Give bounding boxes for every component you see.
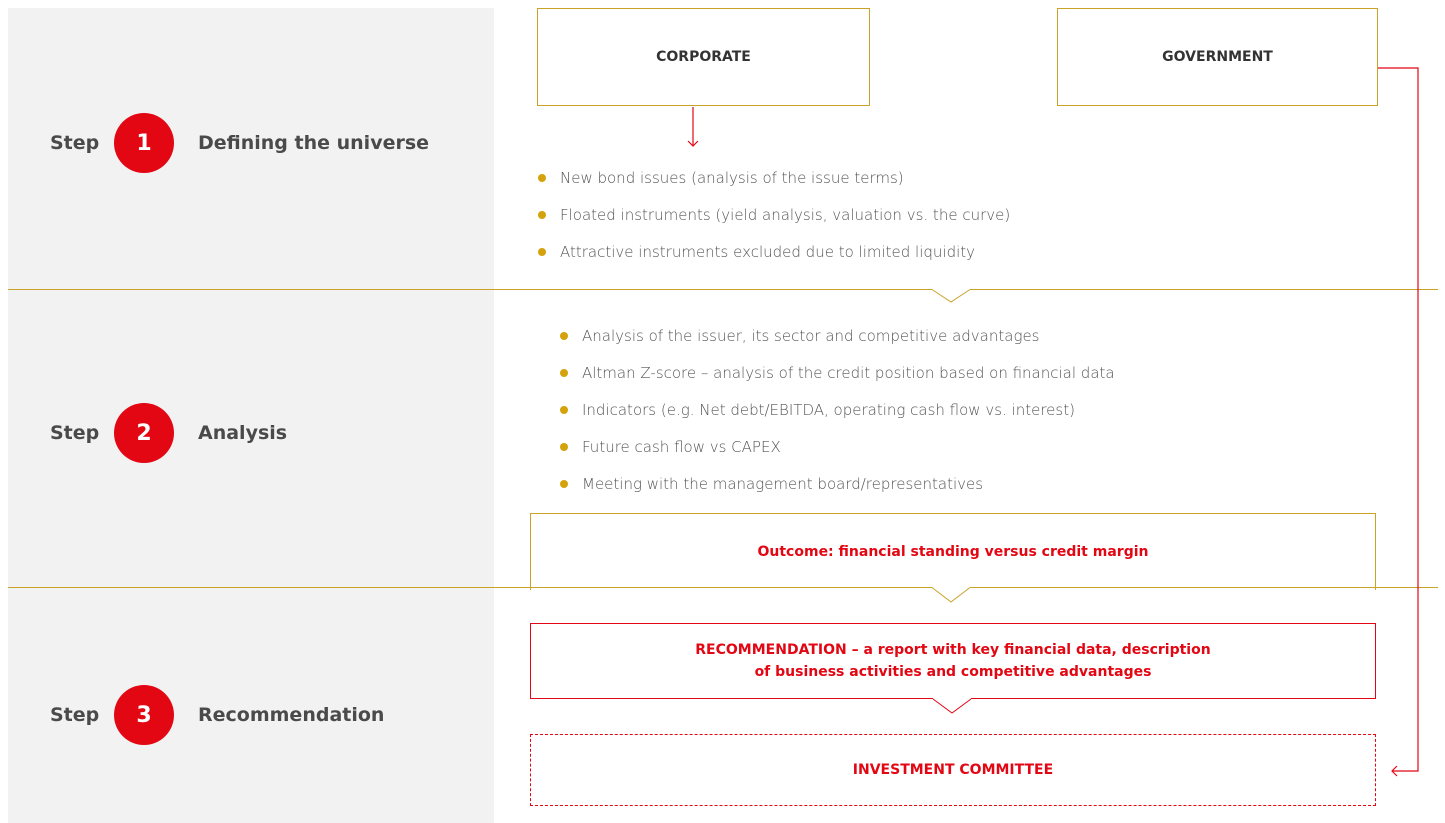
corporate-down-arrow xyxy=(687,107,699,147)
separator-2-notch xyxy=(931,586,971,603)
recommendation-notch xyxy=(932,697,972,714)
government-to-committee-arrow xyxy=(1378,67,1419,777)
connector-overlay xyxy=(687,67,1419,777)
separator-1-notch xyxy=(931,288,971,303)
